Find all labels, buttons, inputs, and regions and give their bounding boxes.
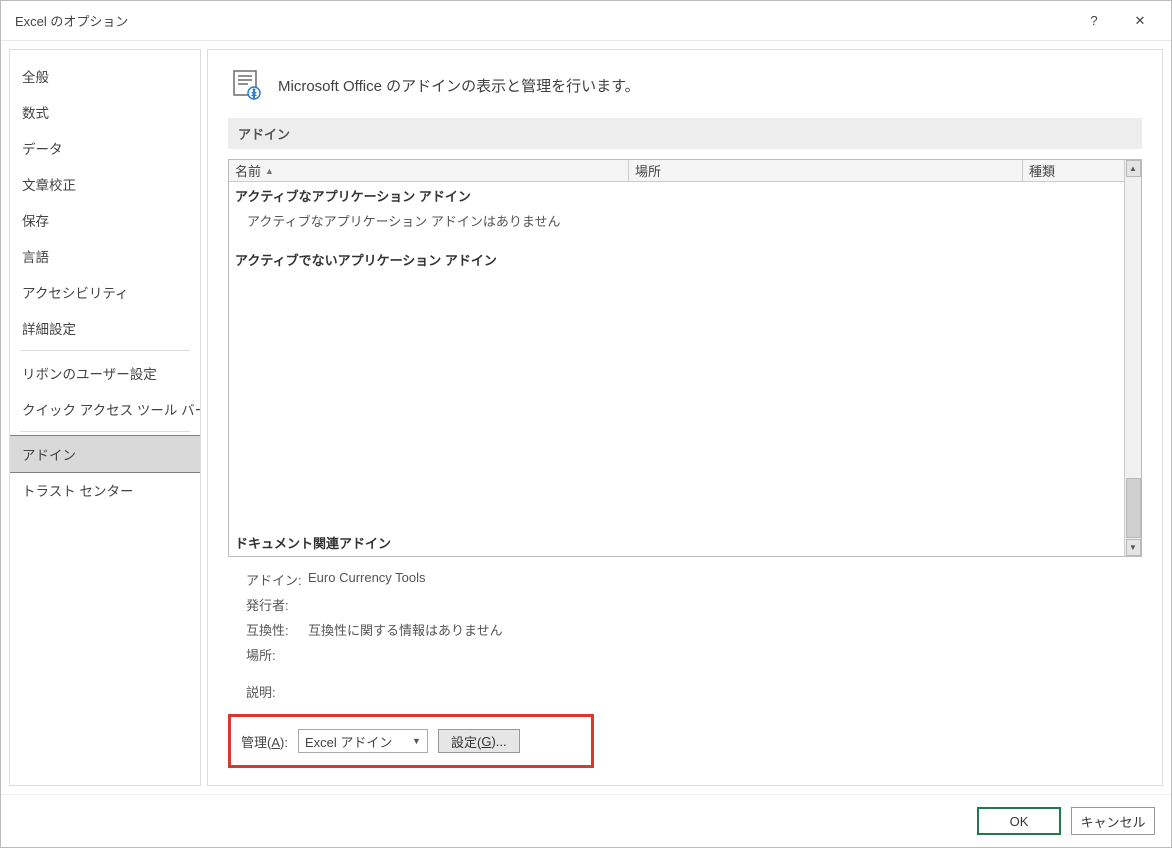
scroll-thumb[interactable] — [1126, 478, 1141, 538]
sidebar-item-trust-center[interactable]: トラスト センター — [10, 472, 200, 508]
detail-label-compat: 互換性: — [246, 620, 308, 639]
section-title-addins: アドイン — [228, 118, 1142, 149]
titlebar: Excel のオプション ? ✕ — [1, 1, 1171, 41]
headline-text: Microsoft Office のアドインの表示と管理を行います。 — [278, 75, 640, 96]
sidebar-item-addins[interactable]: アドイン — [9, 435, 201, 473]
dialog-body: 全般 数式 データ 文章校正 保存 言語 アクセシビリティ 詳細設定 リボンのユ… — [1, 41, 1171, 794]
scroll-down-button[interactable]: ▼ — [1126, 539, 1141, 556]
scroll-up-button[interactable]: ▲ — [1126, 160, 1141, 177]
manage-label-prefix: 管理( — [241, 735, 271, 750]
go-button[interactable]: 設定(G)... — [438, 729, 520, 753]
sidebar-separator — [20, 350, 190, 351]
grid-rows: アクティブなアプリケーション アドイン アクティブなアプリケーション アドインは… — [229, 182, 1124, 556]
sidebar-item-customize-ribbon[interactable]: リボンのユーザー設定 — [10, 355, 200, 391]
help-button[interactable]: ? — [1071, 6, 1117, 36]
detail-value-addin: Euro Currency Tools — [308, 570, 426, 589]
group-active: アクティブなアプリケーション アドイン — [229, 182, 1124, 209]
grid-scrollbar[interactable]: ▲ ▼ — [1124, 160, 1141, 556]
group-inactive: アクティブでないアプリケーション アドイン — [229, 246, 1124, 273]
detail-value-compat: 互換性に関する情報はありません — [308, 620, 503, 639]
column-header-name-label: 名前 — [235, 161, 261, 180]
go-button-prefix: 設定( — [451, 732, 481, 751]
detail-label-location: 場所: — [246, 645, 308, 664]
manage-label-suffix: ): — [280, 735, 288, 750]
chevron-down-icon: ▼ — [412, 736, 421, 746]
manage-select-value: Excel アドイン — [305, 732, 392, 751]
headline: Microsoft Office のアドインの表示と管理を行います。 — [228, 62, 1142, 118]
go-button-suffix: )... — [491, 734, 506, 749]
manage-label: 管理(A): — [241, 732, 288, 751]
grid-header: 名前 ▲ 場所 種類 — [229, 160, 1124, 182]
column-header-location[interactable]: 場所 — [629, 160, 1023, 181]
options-dialog: Excel のオプション ? ✕ 全般 数式 データ 文章校正 保存 言語 アク… — [0, 0, 1172, 848]
manage-select[interactable]: Excel アドイン ▼ — [298, 729, 428, 753]
sidebar-item-language[interactable]: 言語 — [10, 238, 200, 274]
detail-label-description: 説明: — [246, 682, 308, 701]
sort-asc-icon: ▲ — [265, 166, 274, 176]
sidebar-item-formulas[interactable]: 数式 — [10, 94, 200, 130]
column-header-name[interactable]: 名前 ▲ — [229, 160, 629, 181]
dialog-title: Excel のオプション — [15, 11, 1071, 30]
sidebar-separator — [20, 431, 190, 432]
addins-icon — [230, 68, 264, 102]
group-doc-related: ドキュメント関連アドイン — [229, 529, 1124, 556]
addins-grid: 名前 ▲ 場所 種類 アクティブなアプリケーション アドイン アクティブなアプリ… — [228, 159, 1142, 557]
manage-label-access: A — [271, 735, 280, 750]
detail-label-addin: アドイン: — [246, 570, 308, 589]
sidebar-item-qat[interactable]: クイック アクセス ツール バー — [10, 391, 200, 427]
ok-button[interactable]: OK — [977, 807, 1061, 835]
main-panel: Microsoft Office のアドインの表示と管理を行います。 アドイン … — [207, 49, 1163, 786]
addin-details: アドイン: Euro Currency Tools 発行者: 互換性: 互換性に… — [228, 557, 1142, 710]
sidebar-item-general[interactable]: 全般 — [10, 58, 200, 94]
sidebar-item-accessibility[interactable]: アクセシビリティ — [10, 274, 200, 310]
row-active-empty: アクティブなアプリケーション アドインはありません — [229, 209, 1124, 232]
detail-label-publisher: 発行者: — [246, 595, 308, 614]
sidebar-item-save[interactable]: 保存 — [10, 202, 200, 238]
go-button-access: G — [481, 734, 491, 749]
sidebar-item-data[interactable]: データ — [10, 130, 200, 166]
sidebar: 全般 数式 データ 文章校正 保存 言語 アクセシビリティ 詳細設定 リボンのユ… — [9, 49, 201, 786]
sidebar-item-advanced[interactable]: 詳細設定 — [10, 310, 200, 346]
cancel-button[interactable]: キャンセル — [1071, 807, 1155, 835]
grid-body: 名前 ▲ 場所 種類 アクティブなアプリケーション アドイン アクティブなアプリ… — [229, 160, 1124, 556]
dialog-footer: OK キャンセル — [1, 794, 1171, 847]
close-button[interactable]: ✕ — [1117, 6, 1163, 36]
sidebar-item-proofing[interactable]: 文章校正 — [10, 166, 200, 202]
manage-row-highlight: 管理(A): Excel アドイン ▼ 設定(G)... — [228, 714, 594, 768]
column-header-type[interactable]: 種類 — [1023, 160, 1124, 181]
